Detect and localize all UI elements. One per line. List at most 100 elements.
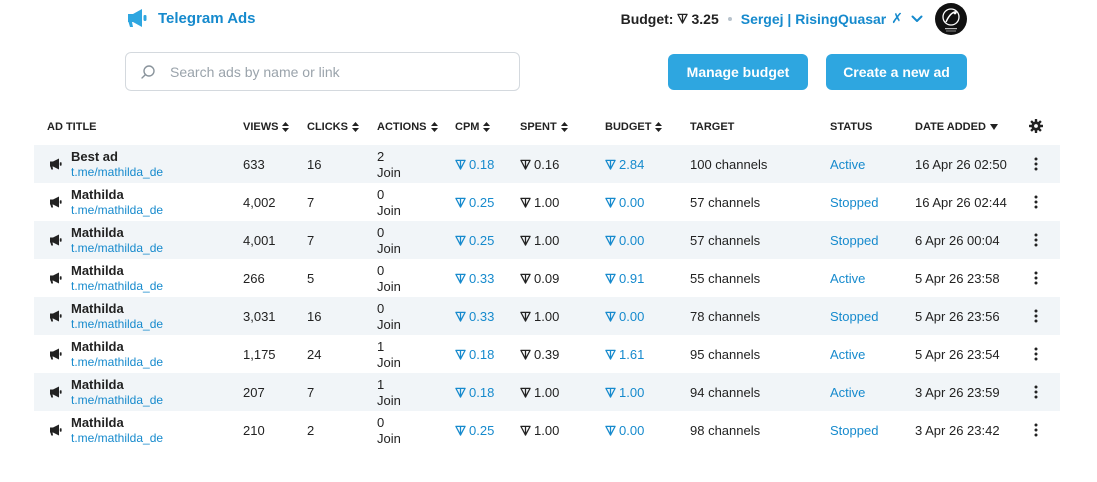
actions-count: 0	[377, 225, 385, 240]
target-value: 78 channels	[690, 309, 761, 324]
brand[interactable]: Telegram Ads	[126, 8, 256, 28]
ad-title[interactable]: Mathilda	[71, 377, 124, 392]
cpm-value: 0.33	[455, 309, 494, 324]
budget-value[interactable]: 0.00	[605, 423, 644, 438]
budget-value[interactable]: 0.91	[605, 271, 644, 286]
status-value[interactable]: Active	[830, 271, 865, 286]
status-value[interactable]: Active	[830, 347, 865, 362]
column-cpm[interactable]: CPM	[455, 121, 491, 133]
ad-title[interactable]: Mathilda	[71, 301, 124, 316]
ad-title[interactable]: Mathilda	[71, 187, 124, 202]
clicks-value: 24	[307, 347, 322, 362]
more-options-icon[interactable]	[1032, 195, 1040, 209]
ad-title[interactable]: Mathilda	[71, 225, 124, 240]
ad-link[interactable]: t.me/mathilda_de	[71, 165, 163, 179]
sort-icon	[655, 122, 663, 132]
ton-icon	[605, 273, 616, 284]
ad-link[interactable]: t.me/mathilda_de	[71, 317, 163, 331]
ad-title[interactable]: Mathilda	[71, 415, 124, 430]
table-row[interactable]: Best ad t.me/mathilda_de 633 16 2 Join 0…	[34, 145, 1060, 183]
manage-budget-button[interactable]: Manage budget	[668, 54, 808, 90]
budget-label: Budget:	[620, 10, 674, 27]
ton-icon	[455, 311, 466, 322]
cpm-value: 0.18	[455, 385, 494, 400]
ton-icon	[520, 159, 531, 170]
search-input[interactable]	[170, 63, 500, 80]
ton-icon	[520, 349, 531, 360]
budget-value[interactable]: 0.00	[605, 195, 644, 210]
clicks-value: 7	[307, 195, 315, 210]
budget-value[interactable]: 2.84	[605, 157, 644, 172]
status-value[interactable]: Active	[830, 385, 865, 400]
spent-value: 0.09	[520, 271, 559, 286]
table-row[interactable]: Mathilda t.me/mathilda_de 210 2 0 Join 0…	[34, 411, 1060, 449]
action-type: Join	[377, 431, 401, 446]
ad-link[interactable]: t.me/mathilda_de	[71, 203, 163, 217]
table-row[interactable]: Mathilda t.me/mathilda_de 207 7 1 Join 0…	[34, 373, 1060, 411]
actions-count: 1	[377, 377, 385, 392]
views-value: 1,175	[243, 347, 276, 362]
more-options-icon[interactable]	[1032, 423, 1040, 437]
more-options-icon[interactable]	[1032, 385, 1040, 399]
ad-title[interactable]: Best ad	[71, 149, 118, 164]
chevron-down-icon[interactable]	[911, 13, 923, 25]
views-value: 633	[243, 157, 265, 172]
date-added-value: 16 Apr 26 02:44	[915, 195, 1007, 210]
budget-value[interactable]: 1.61	[605, 347, 644, 362]
table-row[interactable]: Mathilda t.me/mathilda_de 4,002 7 0 Join…	[34, 183, 1060, 221]
ad-title[interactable]: Mathilda	[71, 339, 124, 354]
ad-link[interactable]: t.me/mathilda_de	[71, 431, 163, 445]
status-value[interactable]: Stopped	[830, 309, 878, 324]
more-options-icon[interactable]	[1032, 157, 1040, 171]
ad-title[interactable]: Mathilda	[71, 263, 124, 278]
sort-icon	[282, 122, 290, 132]
clicks-value: 7	[307, 385, 315, 400]
actions-count: 0	[377, 187, 385, 202]
clicks-value: 2	[307, 423, 315, 438]
action-type: Join	[377, 203, 401, 218]
budget-value[interactable]: 1.00	[605, 385, 644, 400]
spent-value: 1.00	[520, 195, 559, 210]
search-box[interactable]	[125, 52, 520, 91]
status-value[interactable]: Stopped	[830, 233, 878, 248]
ad-link[interactable]: t.me/mathilda_de	[71, 241, 163, 255]
more-options-icon[interactable]	[1032, 347, 1040, 361]
cpm-value: 0.25	[455, 423, 494, 438]
gear-icon[interactable]	[1029, 119, 1043, 133]
table-row[interactable]: Mathilda t.me/mathilda_de 1,175 24 1 Joi…	[34, 335, 1060, 373]
budget-value[interactable]: 0.00	[605, 233, 644, 248]
date-added-value: 3 Apr 26 23:59	[915, 385, 1000, 400]
column-actions[interactable]: ACTIONS	[377, 121, 438, 133]
avatar[interactable]	[935, 3, 967, 35]
megaphone-icon	[50, 386, 62, 398]
target-value: 57 channels	[690, 233, 761, 248]
ton-icon	[520, 387, 531, 398]
column-spent[interactable]: SPENT	[520, 121, 568, 133]
action-type: Join	[377, 241, 401, 256]
status-value[interactable]: Active	[830, 157, 865, 172]
spent-value: 0.16	[520, 157, 559, 172]
ton-icon	[455, 349, 466, 360]
more-options-icon[interactable]	[1032, 309, 1040, 323]
top-bar: Telegram Ads Budget: 3.25 Sergej | Risin…	[0, 0, 1097, 40]
column-budget[interactable]: BUDGET	[605, 121, 663, 133]
status-value[interactable]: Stopped	[830, 195, 878, 210]
date-added-value: 5 Apr 26 23:54	[915, 347, 1000, 362]
table-row[interactable]: Mathilda t.me/mathilda_de 4,001 7 0 Join…	[34, 221, 1060, 259]
create-ad-button[interactable]: Create a new ad	[826, 54, 967, 90]
more-options-icon[interactable]	[1032, 233, 1040, 247]
table-row[interactable]: Mathilda t.me/mathilda_de 3,031 16 0 Joi…	[34, 297, 1060, 335]
account-area: Budget: 3.25 Sergej | RisingQuasar ✗	[621, 10, 923, 27]
ad-link[interactable]: t.me/mathilda_de	[71, 355, 163, 369]
account-name[interactable]: Sergej | RisingQuasar	[741, 11, 887, 27]
column-clicks[interactable]: CLICKS	[307, 121, 359, 133]
ad-link[interactable]: t.me/mathilda_de	[71, 279, 163, 293]
ton-icon	[605, 387, 616, 398]
column-views[interactable]: VIEWS	[243, 121, 290, 133]
ad-link[interactable]: t.me/mathilda_de	[71, 393, 163, 407]
table-row[interactable]: Mathilda t.me/mathilda_de 266 5 0 Join 0…	[34, 259, 1060, 297]
budget-value[interactable]: 0.00	[605, 309, 644, 324]
more-options-icon[interactable]	[1032, 271, 1040, 285]
status-value[interactable]: Stopped	[830, 423, 878, 438]
column-date-added[interactable]: DATE ADDED	[915, 121, 998, 133]
